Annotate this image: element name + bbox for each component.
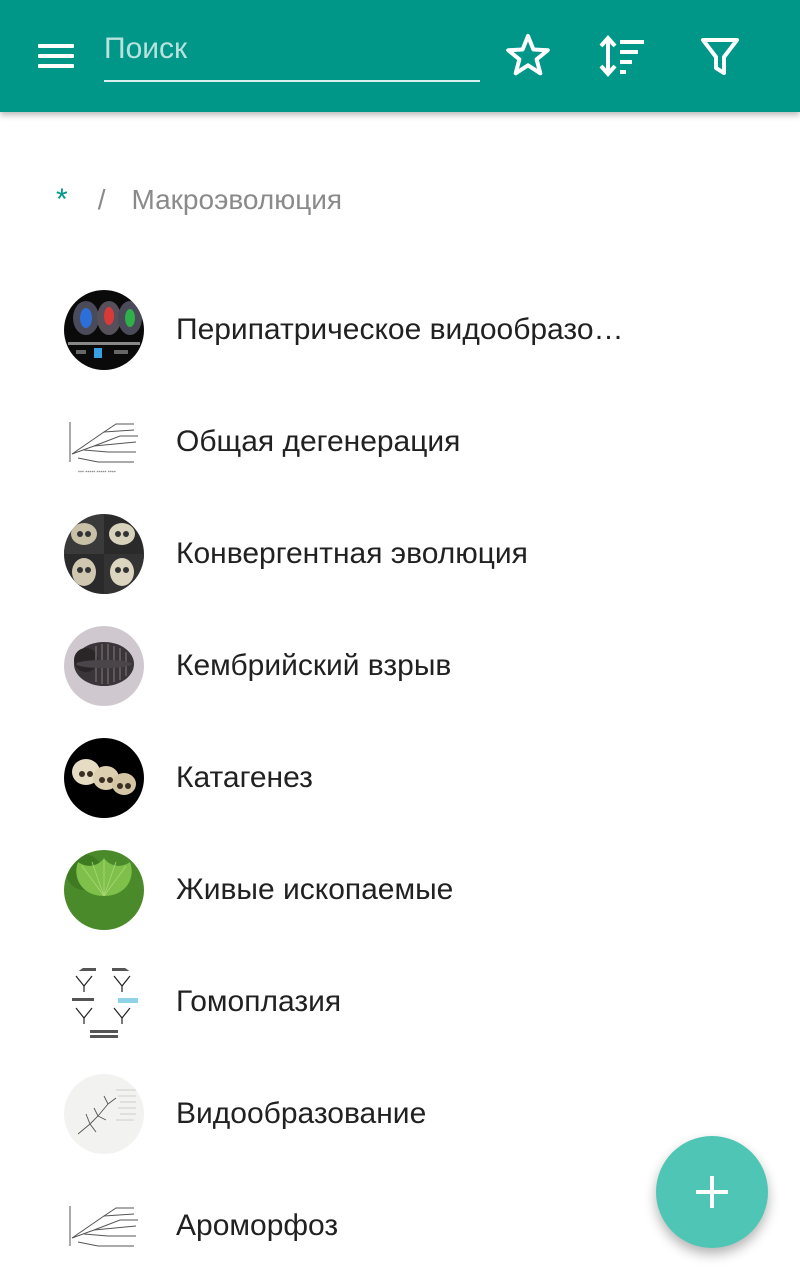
cladogram-image — [64, 962, 144, 1042]
list-item-title: Ароморфоз — [176, 1209, 339, 1242]
ginkgo-leaf-image — [64, 850, 144, 930]
hamburger-menu-icon[interactable] — [30, 36, 82, 76]
svg-text:*** ***** ***** ****: *** ***** ***** **** — [78, 470, 116, 475]
brain-scan-image — [64, 290, 144, 370]
list-item-title: Перипатрическое видообразование — [176, 313, 626, 346]
skulls-comparison-image — [64, 514, 144, 594]
list-item-title: Конвергентная эволюция — [176, 537, 528, 570]
topic-list: Перипатрическое видообразование *** ****… — [0, 274, 800, 1282]
plus-icon — [696, 1176, 728, 1208]
list-item[interactable]: Кембрийский взрыв — [0, 610, 800, 722]
list-item[interactable]: Катагенез — [0, 722, 800, 834]
list-item[interactable]: Гомоплазия — [0, 946, 800, 1058]
darwin-tree-sketch-image — [64, 1074, 144, 1154]
breadcrumb-current: Макроэволюция — [131, 184, 343, 215]
star-outline-icon[interactable] — [502, 30, 554, 82]
search-input[interactable] — [104, 24, 480, 74]
list-item-title: Живые ископаемые — [176, 873, 454, 906]
list-item-title: Общая дегенерация — [176, 425, 461, 458]
breadcrumb: * / Макроэволюция — [56, 180, 342, 220]
breadcrumb-root[interactable]: * — [56, 183, 68, 217]
phylogeny-diagram-image: *** ***** ***** **** — [64, 402, 144, 482]
phylogeny-diagram-image — [64, 1186, 144, 1266]
list-item[interactable]: Живые ископаемые — [0, 834, 800, 946]
list-item-title: Гомоплазия — [176, 985, 342, 1018]
filter-icon[interactable] — [694, 30, 746, 82]
app-bar — [0, 0, 800, 112]
list-item-title: Видообразование — [176, 1097, 427, 1130]
list-item[interactable]: Перипатрическое видообразование — [0, 274, 800, 386]
search-field[interactable] — [104, 24, 480, 82]
list-item-title: Катагенез — [176, 761, 313, 794]
list-item[interactable]: Конвергентная эволюция — [0, 498, 800, 610]
list-item-title: Кембрийский взрыв — [176, 649, 452, 682]
primate-skulls-image — [64, 738, 144, 818]
add-button[interactable] — [656, 1136, 768, 1248]
sort-icon[interactable] — [596, 30, 648, 82]
trilobite-fossil-image — [64, 626, 144, 706]
breadcrumb-separator: / — [97, 184, 106, 215]
list-item[interactable]: *** ***** ***** **** Общая дегенерация — [0, 386, 800, 498]
